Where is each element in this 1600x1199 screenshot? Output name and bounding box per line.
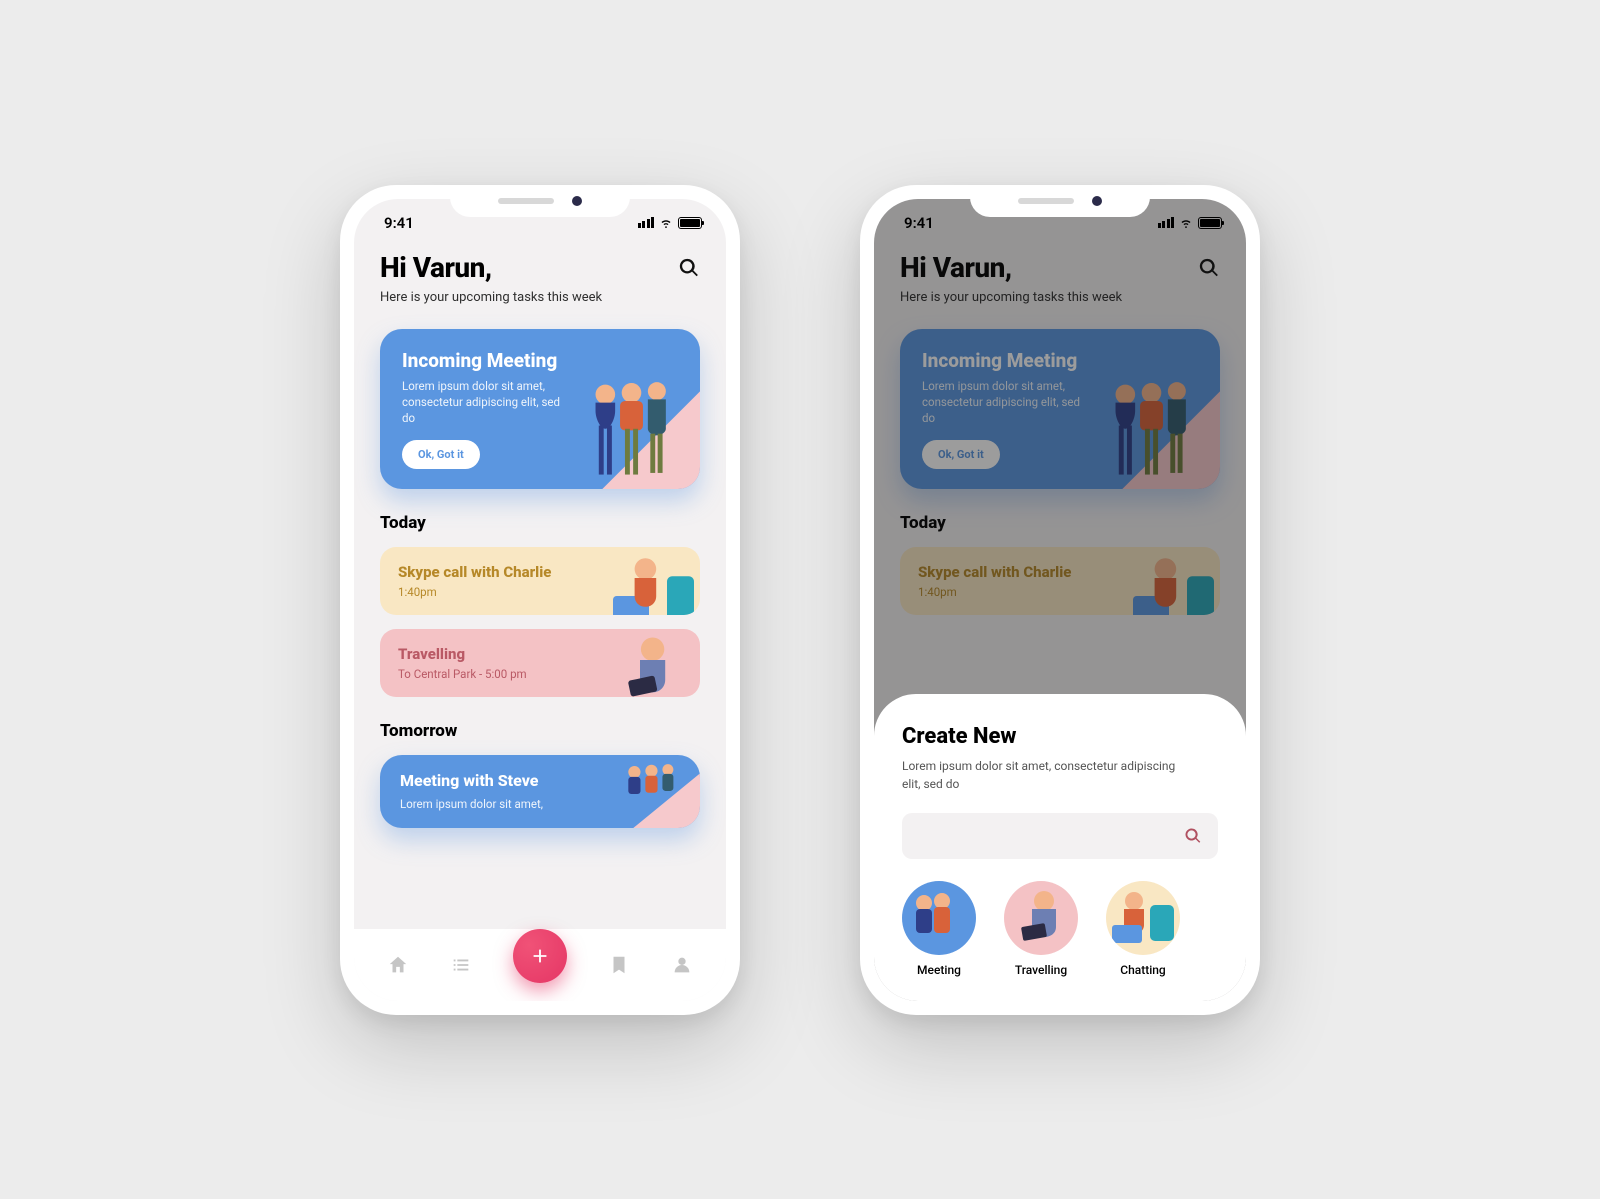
bottom-nav	[354, 929, 726, 1001]
hero-card-button[interactable]: Ok, Got it	[402, 440, 480, 469]
people-icon	[902, 881, 976, 955]
page-greeting: Hi Varun,	[380, 251, 602, 284]
sheet-title: Create New	[902, 724, 1218, 749]
create-sheet: Create New Lorem ipsum dolor sit amet, c…	[874, 694, 1246, 1001]
task-row-skype[interactable]: Skype call with Charlie 1:40pm	[380, 547, 700, 615]
tomorrow-card[interactable]: Meeting with Steve Lorem ipsum dolor sit…	[380, 755, 700, 828]
section-today: Today	[380, 513, 700, 533]
category-meeting-icon	[902, 881, 976, 955]
main-content: Hi Varun, Here is your upcoming tasks th…	[354, 247, 726, 828]
sheet-categories: Meeting Travelling Chatting	[902, 881, 1218, 977]
category-chatting-icon	[1106, 881, 1180, 955]
sheet-search-input[interactable]	[902, 813, 1218, 859]
category-label: Chatting	[1120, 963, 1166, 977]
category-chatting[interactable]: Chatting	[1106, 881, 1180, 977]
task-row-title: Skype call with Charlie	[398, 563, 682, 581]
fab-add-button[interactable]	[513, 929, 567, 983]
page-subtitle: Here is your upcoming tasks this week	[380, 290, 602, 305]
nav-bookmark-icon[interactable]	[608, 954, 630, 976]
person-laptop-icon	[1004, 881, 1078, 955]
sheet-desc: Lorem ipsum dolor sit amet, consectetur …	[902, 757, 1193, 793]
search-icon	[1184, 827, 1202, 845]
tomorrow-illustration	[553, 755, 700, 828]
battery-icon	[678, 217, 702, 229]
status-time: 9:41	[384, 214, 414, 232]
battery-icon	[1198, 217, 1222, 229]
wifi-icon	[658, 217, 674, 229]
nav-profile-icon[interactable]	[671, 954, 693, 976]
category-travelling[interactable]: Travelling	[1004, 881, 1078, 977]
task-illustration	[604, 551, 694, 615]
nav-home-icon[interactable]	[387, 954, 409, 976]
nav-list-icon[interactable]	[450, 954, 472, 976]
screen-create: 9:41 Hi Varun, Here is your upcoming tas…	[874, 199, 1246, 1001]
task-illustration	[604, 633, 694, 697]
phone-mockup-home: 9:41 Hi Varun, Here is your upcoming tas…	[340, 185, 740, 1015]
person-desk-icon	[1106, 881, 1180, 955]
hero-card-desc: Lorem ipsum dolor sit amet, consectetur …	[402, 378, 562, 426]
search-icon[interactable]	[678, 257, 700, 279]
category-meeting[interactable]: Meeting	[902, 881, 976, 977]
status-time: 9:41	[904, 214, 934, 232]
device-notch	[450, 185, 630, 217]
hero-card-title: Incoming Meeting	[402, 349, 678, 372]
screen-home: 9:41 Hi Varun, Here is your upcoming tas…	[354, 199, 726, 1001]
task-row-title: Travelling	[398, 645, 682, 663]
phone-mockup-create: 9:41 Hi Varun, Here is your upcoming tas…	[860, 185, 1260, 1015]
hero-card[interactable]: Incoming Meeting Lorem ipsum dolor sit a…	[380, 329, 700, 489]
category-label: Travelling	[1015, 963, 1067, 977]
tomorrow-card-desc: Lorem ipsum dolor sit amet,	[400, 796, 562, 812]
signal-icon	[1158, 217, 1175, 228]
task-row-time: To Central Park - 5:00 pm	[398, 667, 682, 681]
tomorrow-card-title: Meeting with Steve	[400, 771, 680, 790]
category-label: Meeting	[917, 963, 961, 977]
category-travelling-icon	[1004, 881, 1078, 955]
section-tomorrow: Tomorrow	[380, 721, 700, 741]
task-row-travelling[interactable]: Travelling To Central Park - 5:00 pm	[380, 629, 700, 697]
signal-icon	[638, 217, 655, 228]
wifi-icon	[1178, 217, 1194, 229]
device-notch	[970, 185, 1150, 217]
task-row-time: 1:40pm	[398, 585, 682, 599]
